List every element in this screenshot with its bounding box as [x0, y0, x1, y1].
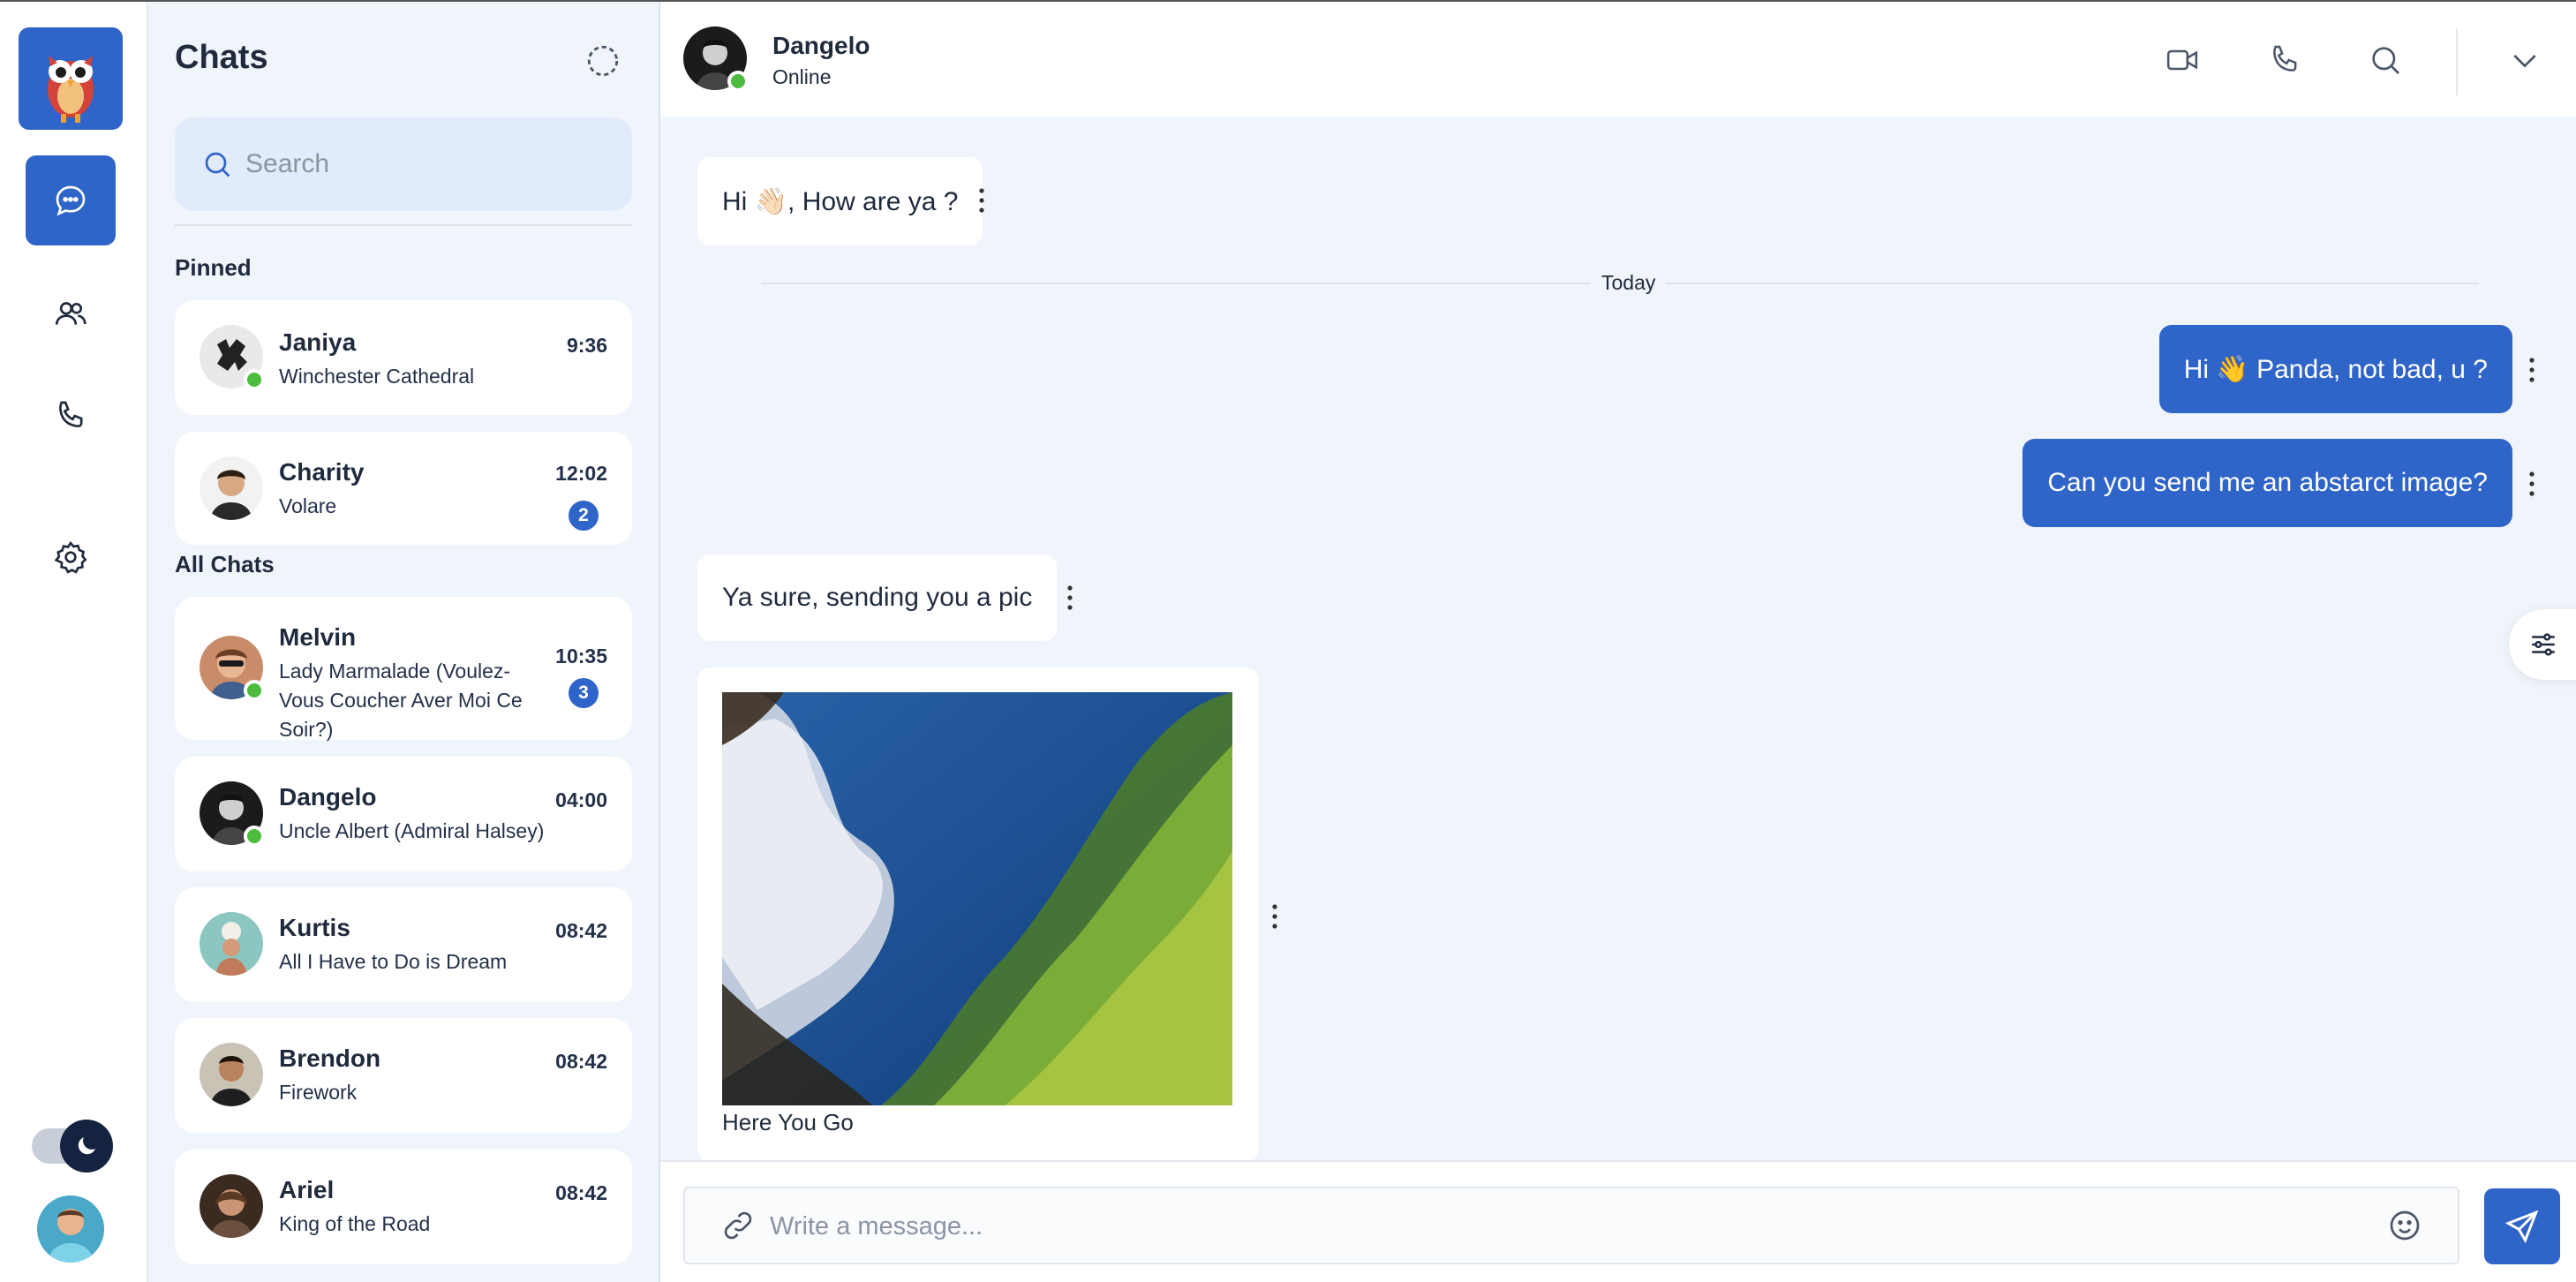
- rail-calls-button[interactable]: [26, 371, 116, 461]
- chat-item-name: Charity: [279, 458, 365, 486]
- message-field[interactable]: [683, 1187, 2459, 1264]
- chat-item-charity[interactable]: Charity Volare 12:02 2: [175, 432, 632, 545]
- emoji-icon[interactable]: [2387, 1208, 2422, 1243]
- search-input[interactable]: [245, 149, 599, 179]
- user-avatar-image: [37, 1195, 104, 1263]
- chat-item-message: All I Have to Do is Dream: [279, 950, 508, 973]
- chat-item-name: Brendon: [279, 1044, 381, 1072]
- online-indicator: [244, 826, 265, 847]
- chat-item-melvin[interactable]: Melvin Lady Marmalade (Voulez-Vous Couch…: [175, 597, 632, 741]
- unread-badge: 3: [569, 678, 599, 708]
- online-indicator: [244, 369, 265, 390]
- online-indicator: [727, 71, 749, 92]
- avatar-image: [200, 1174, 263, 1238]
- chat-item-ariel[interactable]: Ariel King of the Road 08:42: [175, 1150, 632, 1264]
- user-avatar[interactable]: [37, 1195, 104, 1263]
- avatar: [200, 1043, 263, 1106]
- gear-icon: [54, 540, 87, 574]
- chat-list-title: Chats: [175, 39, 268, 76]
- image-message: Here You Go: [697, 667, 1259, 1162]
- outgoing-message: Can you send me an abstarct image?: [2022, 439, 2512, 527]
- phone-icon: [58, 401, 83, 428]
- conversation-panel: Dangelo Online Hi 👋🏻, How are ya ? Today…: [660, 2, 2576, 1282]
- chat-item-name: Janiya: [279, 328, 357, 356]
- chat-item-message: King of the Road: [279, 1212, 431, 1235]
- contact-name: Dangelo: [772, 32, 870, 59]
- chat-item-time: 12:02: [555, 462, 607, 485]
- incoming-message: Ya sure, sending you a pic: [697, 554, 1058, 641]
- theme-toggle[interactable]: [32, 1120, 113, 1173]
- message-composer: [660, 1160, 2576, 1282]
- unread-badge: 2: [569, 501, 599, 531]
- rail-settings-button[interactable]: [26, 512, 116, 602]
- nav-rail: [0, 2, 148, 1282]
- message-options-icon[interactable]: [1269, 901, 1280, 931]
- message-options-icon[interactable]: [976, 185, 987, 215]
- avatar: [200, 1174, 263, 1238]
- loading-circle-icon[interactable]: [584, 42, 621, 79]
- chat-item-time: 08:42: [555, 1181, 607, 1204]
- owl-logo-icon: [48, 56, 94, 123]
- message-options-icon[interactable]: [2527, 469, 2537, 499]
- chat-item-time: 9:36: [566, 334, 607, 357]
- outgoing-message: Hi 👋 Panda, not bad, u ?: [2158, 325, 2512, 413]
- avatar: [200, 912, 263, 976]
- chevron-down-icon[interactable]: [2507, 42, 2542, 78]
- chat-item-name: Kurtis: [279, 914, 350, 941]
- sliders-icon: [2532, 633, 2555, 656]
- theme-toggle-knob: [60, 1120, 113, 1173]
- chat-item-kurtis[interactable]: Kurtis All I Have to Do is Dream 08:42: [175, 887, 632, 1002]
- app-logo[interactable]: [19, 27, 123, 130]
- search-icon: [205, 152, 230, 177]
- chat-item-message: Winchester Cathedral: [279, 365, 475, 388]
- chat-item-name: Ariel: [279, 1176, 335, 1203]
- pinned-label: Pinned: [175, 254, 252, 281]
- online-indicator: [244, 680, 265, 701]
- conversation-header: Dangelo Online: [660, 2, 2576, 117]
- abstract-image[interactable]: [722, 692, 1232, 1105]
- chat-item-brendon[interactable]: Brendon Firework 08:42: [175, 1018, 632, 1133]
- image-caption: Here You Go: [722, 1109, 854, 1135]
- moon-icon: [78, 1137, 95, 1155]
- search-divider: [175, 224, 632, 226]
- chat-list-panel: Chats Pinned Janiya Winchester Cathedral…: [148, 2, 660, 1282]
- chat-item-message: Firework: [279, 1081, 358, 1104]
- send-icon: [2504, 1210, 2539, 1244]
- chat-item-time: 08:42: [555, 919, 607, 942]
- chat-item-message: Volare: [279, 494, 337, 517]
- chat-item-message: Uncle Albert (Admiral Halsey): [279, 819, 545, 842]
- customizer-tab[interactable]: [2509, 609, 2576, 680]
- header-separator: [2456, 28, 2458, 95]
- avatar-image: [200, 912, 263, 976]
- chat-bubble-icon: [56, 185, 86, 216]
- chat-item-dangelo[interactable]: Dangelo Uncle Albert (Admiral Halsey) 04…: [175, 757, 632, 871]
- video-camera-icon[interactable]: [2165, 42, 2200, 78]
- all-chats-label: All Chats: [175, 551, 275, 577]
- users-icon: [55, 302, 87, 325]
- chat-item-name: Melvin: [279, 623, 357, 651]
- chat-item-janiya[interactable]: Janiya Winchester Cathedral 9:36: [175, 300, 632, 415]
- message-input[interactable]: [770, 1206, 2324, 1247]
- message-options-icon[interactable]: [2527, 355, 2537, 385]
- chat-item-time: 04:00: [555, 788, 607, 811]
- send-button[interactable]: [2484, 1188, 2560, 1264]
- rail-contacts-button[interactable]: [26, 269, 116, 359]
- chat-item-message: Lady Marmalade (Voulez-Vous Coucher Aver…: [279, 660, 523, 741]
- day-separator-label: Today: [1591, 271, 1667, 295]
- avatar: [200, 456, 263, 520]
- attachment-link-icon[interactable]: [720, 1208, 756, 1243]
- rail-chats-button[interactable]: [26, 155, 116, 245]
- chat-item-time: 08:42: [555, 1050, 607, 1073]
- contact-status: Online: [772, 65, 832, 88]
- phone-icon[interactable]: [2267, 42, 2302, 78]
- chat-item-name: Dangelo: [279, 783, 377, 811]
- incoming-message: Hi 👋🏻, How are ya ?: [697, 157, 983, 245]
- chat-item-time: 10:35: [555, 645, 607, 667]
- search-bar[interactable]: [175, 117, 632, 211]
- search-icon[interactable]: [2368, 42, 2403, 78]
- message-options-icon[interactable]: [1065, 583, 1075, 613]
- avatar-image: [200, 1043, 263, 1106]
- avatar-image: [200, 456, 263, 520]
